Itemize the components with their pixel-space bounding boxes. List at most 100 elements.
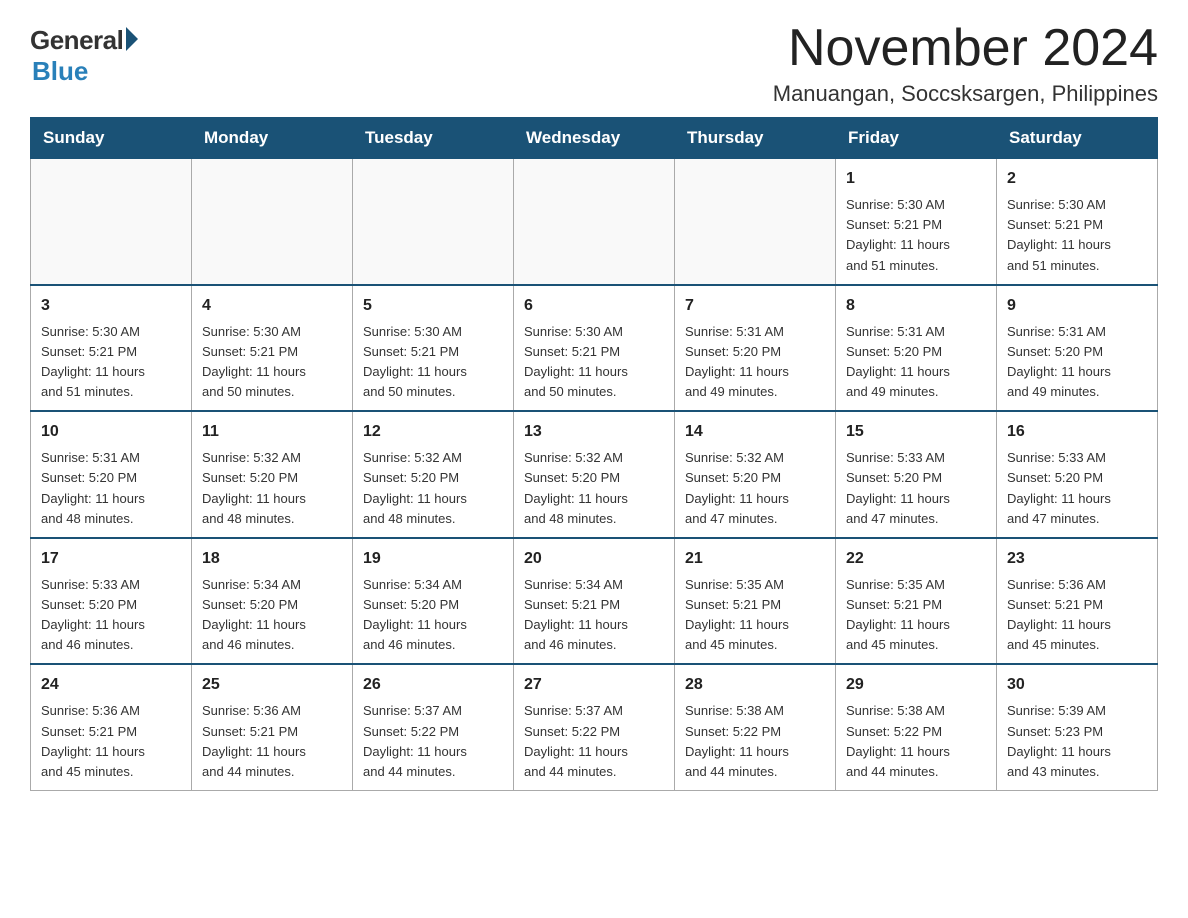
calendar-day-cell: 30 Sunrise: 5:39 AMSunset: 5:23 PMDayligh… bbox=[997, 664, 1158, 790]
calendar-day-cell: 13 Sunrise: 5:32 AMSunset: 5:20 PMDayligh… bbox=[514, 411, 675, 538]
column-header-sunday: Sunday bbox=[31, 118, 192, 159]
column-header-wednesday: Wednesday bbox=[514, 118, 675, 159]
calendar-day-cell: 20 Sunrise: 5:34 AMSunset: 5:21 PMDayligh… bbox=[514, 538, 675, 665]
calendar-day-cell: 25Sunrise: 5:36 AMSunset: 5:21 PMDayligh… bbox=[192, 664, 353, 790]
day-info: Sunrise: 5:36 AMSunset: 5:21 PMDaylight:… bbox=[1007, 575, 1147, 656]
calendar-day-cell: 22 Sunrise: 5:35 AMSunset: 5:21 PMDayligh… bbox=[836, 538, 997, 665]
day-number: 30 bbox=[1007, 673, 1147, 697]
calendar-day-cell: 5Sunrise: 5:30 AMSunset: 5:21 PMDaylight… bbox=[353, 285, 514, 412]
day-info: Sunrise: 5:32 AMSunset: 5:20 PMDaylight:… bbox=[363, 448, 503, 529]
day-number: 26 bbox=[363, 673, 503, 697]
calendar-week-row: 24 Sunrise: 5:36 AMSunset: 5:21 PMDayligh… bbox=[31, 664, 1158, 790]
calendar-day-cell: 24 Sunrise: 5:36 AMSunset: 5:21 PMDayligh… bbox=[31, 664, 192, 790]
column-header-monday: Monday bbox=[192, 118, 353, 159]
day-number: 28 bbox=[685, 673, 825, 697]
day-number: 24 bbox=[41, 673, 181, 697]
day-number: 19 bbox=[363, 547, 503, 571]
column-header-thursday: Thursday bbox=[675, 118, 836, 159]
day-number: 11 bbox=[202, 420, 342, 444]
day-number: 20 bbox=[524, 547, 664, 571]
day-info: Sunrise: 5:32 AMSunset: 5:20 PMDaylight:… bbox=[685, 448, 825, 529]
logo: General Blue bbox=[30, 20, 138, 87]
day-number: 17 bbox=[41, 547, 181, 571]
day-info: Sunrise: 5:33 AMSunset: 5:20 PMDaylight:… bbox=[1007, 448, 1147, 529]
day-number: 15 bbox=[846, 420, 986, 444]
day-number: 29 bbox=[846, 673, 986, 697]
calendar-day-cell: 23 Sunrise: 5:36 AMSunset: 5:21 PMDayligh… bbox=[997, 538, 1158, 665]
day-info: Sunrise: 5:34 AMSunset: 5:20 PMDaylight:… bbox=[363, 575, 503, 656]
day-info: Sunrise: 5:32 AMSunset: 5:20 PMDaylight:… bbox=[202, 448, 342, 529]
column-header-friday: Friday bbox=[836, 118, 997, 159]
day-info: Sunrise: 5:38 AMSunset: 5:22 PMDaylight:… bbox=[685, 701, 825, 782]
calendar-day-cell: 28 Sunrise: 5:38 AMSunset: 5:22 PMDayligh… bbox=[675, 664, 836, 790]
day-info: Sunrise: 5:37 AMSunset: 5:22 PMDaylight:… bbox=[524, 701, 664, 782]
calendar-day-cell bbox=[31, 159, 192, 285]
calendar-day-cell: 27 Sunrise: 5:37 AMSunset: 5:22 PMDayligh… bbox=[514, 664, 675, 790]
day-info: Sunrise: 5:30 AMSunset: 5:21 PMDaylight:… bbox=[363, 322, 503, 403]
calendar-day-cell: 19 Sunrise: 5:34 AMSunset: 5:20 PMDayligh… bbox=[353, 538, 514, 665]
day-number: 27 bbox=[524, 673, 664, 697]
calendar-day-cell: 2 Sunrise: 5:30 AMSunset: 5:21 PMDaylight… bbox=[997, 159, 1158, 285]
day-info: Sunrise: 5:31 AMSunset: 5:20 PMDaylight:… bbox=[41, 448, 181, 529]
calendar-week-row: 17 Sunrise: 5:33 AMSunset: 5:20 PMDayligh… bbox=[31, 538, 1158, 665]
calendar-week-row: 10 Sunrise: 5:31 AMSunset: 5:20 PMDayligh… bbox=[31, 411, 1158, 538]
day-info: Sunrise: 5:30 AMSunset: 5:21 PMDaylight:… bbox=[202, 322, 342, 403]
day-number: 9 bbox=[1007, 294, 1147, 318]
calendar-day-cell: 26 Sunrise: 5:37 AMSunset: 5:22 PMDayligh… bbox=[353, 664, 514, 790]
day-number: 22 bbox=[846, 547, 986, 571]
calendar-day-cell: 18 Sunrise: 5:34 AMSunset: 5:20 PMDayligh… bbox=[192, 538, 353, 665]
day-info: Sunrise: 5:32 AMSunset: 5:20 PMDaylight:… bbox=[524, 448, 664, 529]
logo-triangle-icon bbox=[126, 27, 138, 51]
day-number: 12 bbox=[363, 420, 503, 444]
day-info: Sunrise: 5:35 AMSunset: 5:21 PMDaylight:… bbox=[846, 575, 986, 656]
day-number: 16 bbox=[1007, 420, 1147, 444]
calendar-week-row: 3Sunrise: 5:30 AMSunset: 5:21 PMDaylight… bbox=[31, 285, 1158, 412]
day-info: Sunrise: 5:39 AMSunset: 5:23 PMDaylight:… bbox=[1007, 701, 1147, 782]
calendar-day-cell: 7 Sunrise: 5:31 AMSunset: 5:20 PMDaylight… bbox=[675, 285, 836, 412]
day-info: Sunrise: 5:33 AMSunset: 5:20 PMDaylight:… bbox=[41, 575, 181, 656]
day-number: 6 bbox=[524, 294, 664, 318]
day-info: Sunrise: 5:30 AMSunset: 5:21 PMDaylight:… bbox=[846, 195, 986, 276]
title-section: November 2024 Manuangan, Soccsksargen, P… bbox=[773, 20, 1158, 107]
page-header: General Blue November 2024 Manuangan, So… bbox=[30, 20, 1158, 107]
day-info: Sunrise: 5:31 AMSunset: 5:20 PMDaylight:… bbox=[685, 322, 825, 403]
calendar-day-cell: 14 Sunrise: 5:32 AMSunset: 5:20 PMDayligh… bbox=[675, 411, 836, 538]
day-number: 21 bbox=[685, 547, 825, 571]
day-number: 13 bbox=[524, 420, 664, 444]
month-title: November 2024 bbox=[773, 20, 1158, 77]
day-number: 1 bbox=[846, 167, 986, 191]
day-number: 2 bbox=[1007, 167, 1147, 191]
day-number: 14 bbox=[685, 420, 825, 444]
day-info: Sunrise: 5:30 AMSunset: 5:21 PMDaylight:… bbox=[1007, 195, 1147, 276]
calendar-day-cell: 10 Sunrise: 5:31 AMSunset: 5:20 PMDayligh… bbox=[31, 411, 192, 538]
day-info: Sunrise: 5:34 AMSunset: 5:21 PMDaylight:… bbox=[524, 575, 664, 656]
calendar-day-cell: 17 Sunrise: 5:33 AMSunset: 5:20 PMDayligh… bbox=[31, 538, 192, 665]
calendar-day-cell: 4Sunrise: 5:30 AMSunset: 5:21 PMDaylight… bbox=[192, 285, 353, 412]
day-number: 23 bbox=[1007, 547, 1147, 571]
calendar-day-cell: 8Sunrise: 5:31 AMSunset: 5:20 PMDaylight… bbox=[836, 285, 997, 412]
day-number: 10 bbox=[41, 420, 181, 444]
calendar-day-cell: 15Sunrise: 5:33 AMSunset: 5:20 PMDayligh… bbox=[836, 411, 997, 538]
calendar-day-cell bbox=[353, 159, 514, 285]
day-info: Sunrise: 5:37 AMSunset: 5:22 PMDaylight:… bbox=[363, 701, 503, 782]
calendar-day-cell: 16 Sunrise: 5:33 AMSunset: 5:20 PMDayligh… bbox=[997, 411, 1158, 538]
column-header-saturday: Saturday bbox=[997, 118, 1158, 159]
day-info: Sunrise: 5:30 AMSunset: 5:21 PMDaylight:… bbox=[41, 322, 181, 403]
logo-general-text: General bbox=[30, 25, 123, 56]
calendar-day-cell bbox=[192, 159, 353, 285]
day-number: 7 bbox=[685, 294, 825, 318]
calendar-day-cell: 1 Sunrise: 5:30 AMSunset: 5:21 PMDaylight… bbox=[836, 159, 997, 285]
logo-blue-text: Blue bbox=[32, 56, 88, 87]
day-number: 8 bbox=[846, 294, 986, 318]
calendar-day-cell: 6Sunrise: 5:30 AMSunset: 5:21 PMDaylight… bbox=[514, 285, 675, 412]
day-info: Sunrise: 5:38 AMSunset: 5:22 PMDaylight:… bbox=[846, 701, 986, 782]
day-number: 18 bbox=[202, 547, 342, 571]
day-info: Sunrise: 5:31 AMSunset: 5:20 PMDaylight:… bbox=[1007, 322, 1147, 403]
day-info: Sunrise: 5:36 AMSunset: 5:21 PMDaylight:… bbox=[41, 701, 181, 782]
location: Manuangan, Soccsksargen, Philippines bbox=[773, 81, 1158, 107]
day-info: Sunrise: 5:34 AMSunset: 5:20 PMDaylight:… bbox=[202, 575, 342, 656]
column-header-tuesday: Tuesday bbox=[353, 118, 514, 159]
day-info: Sunrise: 5:36 AMSunset: 5:21 PMDaylight:… bbox=[202, 701, 342, 782]
calendar-day-cell: 9 Sunrise: 5:31 AMSunset: 5:20 PMDaylight… bbox=[997, 285, 1158, 412]
calendar-day-cell bbox=[675, 159, 836, 285]
